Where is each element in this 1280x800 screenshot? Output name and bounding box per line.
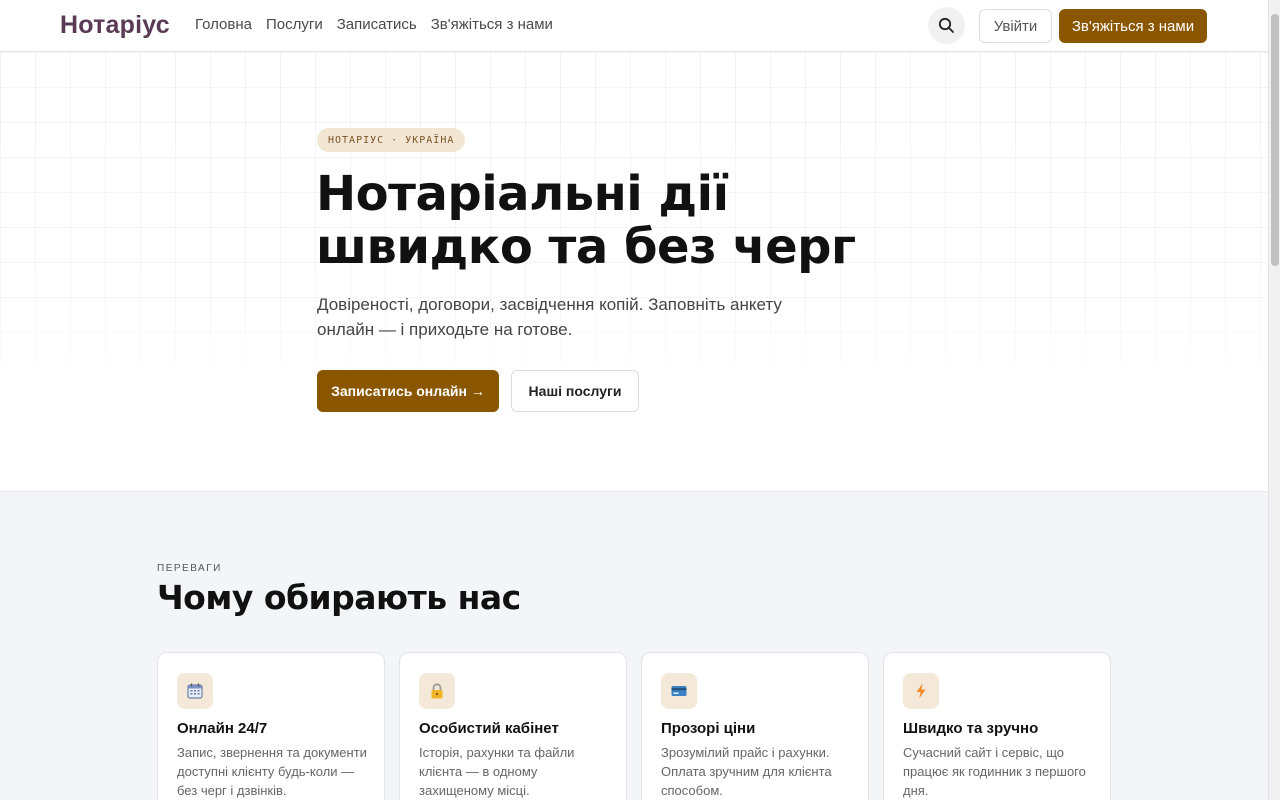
nav-link-signup[interactable]: Записатись (337, 16, 417, 34)
contact-button[interactable]: Зв'яжіться з нами (1059, 9, 1207, 43)
lightning-icon (903, 673, 939, 709)
advantage-card: Швидко та зручно Сучасний сайт і сервіс,… (883, 652, 1111, 800)
hero-section: НОТАРІУС · УКРАЇНА Нотаріальні дії швидк… (0, 52, 1268, 491)
search-icon (938, 17, 954, 33)
main-nav: Головна Послуги Записатись Зв'яжіться з … (195, 16, 553, 34)
advantage-card: Прозорі ціни Зрозумілий прайс і рахунки.… (641, 652, 869, 800)
nav-link-services[interactable]: Послуги (266, 16, 323, 34)
book-online-button[interactable]: Записатись онлайн → (317, 370, 499, 412)
site-logo[interactable]: Нотаріус (60, 11, 170, 40)
lock-icon (419, 673, 455, 709)
advantage-cards: Онлайн 24/7 Запис, звернення та документ… (157, 652, 1111, 800)
section-eyebrow: ПЕРЕВАГИ (157, 563, 222, 574)
hero-subtitle: Довіреності, договори, засвідчення копій… (317, 295, 782, 339)
advantages-section: ПЕРЕВАГИ Чому обирають нас Онлайн 24/7 З… (0, 491, 1268, 800)
card-title: Онлайн 24/7 (177, 720, 268, 737)
advantage-card: Онлайн 24/7 Запис, звернення та документ… (157, 652, 385, 800)
page-scrollbar[interactable] (1268, 0, 1280, 800)
login-button[interactable]: Увійти (979, 9, 1052, 43)
credit-card-icon (661, 673, 697, 709)
site-header: Нотаріус Головна Послуги Записатись Зв'я… (0, 0, 1268, 52)
section-title: Чому обирають нас (157, 578, 521, 617)
advantage-card: Особистий кабінет Історія, рахунки та фа… (399, 652, 627, 800)
hero-title: Нотаріальні дії швидко та без черг (316, 166, 856, 275)
nav-link-home[interactable]: Головна (195, 16, 252, 34)
card-text: Зрозумілий прайс і рахунки. Оплата зручн… (661, 745, 832, 798)
calendar-icon (177, 673, 213, 709)
search-button[interactable] (928, 7, 965, 44)
card-title: Особистий кабінет (419, 720, 559, 737)
card-text: Історія, рахунки та файли клієнта — в од… (419, 745, 575, 798)
card-title: Швидко та зручно (903, 720, 1039, 737)
hero-badge: НОТАРІУС · УКРАЇНА (317, 128, 466, 152)
card-title: Прозорі ціни (661, 720, 756, 737)
card-text: Сучасний сайт і сервіс, що працює як год… (903, 745, 1086, 798)
nav-link-contact[interactable]: Зв'яжіться з нами (431, 16, 553, 34)
our-services-button[interactable]: Наші послуги (511, 370, 639, 412)
card-text: Запис, звернення та документи доступні к… (177, 745, 367, 798)
scrollbar-thumb[interactable] (1271, 14, 1279, 266)
